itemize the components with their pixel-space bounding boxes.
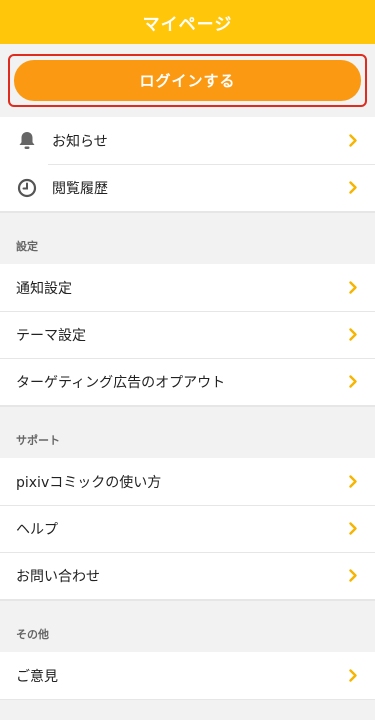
settings-menu: 通知設定 テーマ設定 ターゲティング広告のオプアウト	[0, 264, 375, 406]
menu-item-label: 閲覧履歴	[52, 180, 108, 197]
chevron-right-icon	[347, 375, 359, 389]
chevron-right-icon	[347, 328, 359, 342]
other-menu: ご意見	[0, 652, 375, 700]
section-header-support: サポート	[0, 406, 375, 458]
menu-item-label: ご意見	[16, 668, 58, 685]
menu-item-ad-optout[interactable]: ターゲティング広告のオプアウト	[0, 358, 375, 405]
bell-icon	[16, 130, 38, 152]
app-header: マイページ	[0, 0, 375, 44]
menu-item-label: お知らせ	[52, 133, 108, 150]
menu-item-contact[interactable]: お問い合わせ	[0, 552, 375, 599]
chevron-right-icon	[347, 475, 359, 489]
menu-item-theme-settings[interactable]: テーマ設定	[0, 311, 375, 358]
chevron-right-icon	[347, 281, 359, 295]
section-header-other: その他	[0, 600, 375, 652]
menu-item-label: テーマ設定	[16, 327, 86, 344]
support-menu: pixivコミックの使い方 ヘルプ お問い合わせ	[0, 458, 375, 600]
menu-item-how-to-use[interactable]: pixivコミックの使い方	[0, 458, 375, 505]
chevron-right-icon	[347, 669, 359, 683]
login-area: ログインする	[0, 44, 375, 117]
chevron-right-icon	[347, 569, 359, 583]
menu-item-history[interactable]: 閲覧履歴	[0, 164, 375, 211]
menu-item-label: 通知設定	[16, 280, 72, 297]
page-title: マイページ	[142, 14, 233, 35]
menu-item-label: ヘルプ	[16, 521, 58, 538]
clock-icon	[16, 177, 38, 199]
menu-item-notification-settings[interactable]: 通知設定	[0, 264, 375, 311]
menu-item-label: ターゲティング広告のオプアウト	[16, 374, 226, 391]
menu-item-notifications[interactable]: お知らせ	[0, 117, 375, 164]
chevron-right-icon	[347, 522, 359, 536]
chevron-right-icon	[347, 134, 359, 148]
login-button[interactable]: ログインする	[14, 60, 361, 101]
menu-item-feedback[interactable]: ご意見	[0, 652, 375, 699]
login-highlight: ログインする	[8, 54, 367, 107]
menu-item-label: お問い合わせ	[16, 568, 100, 585]
section-header-settings: 設定	[0, 212, 375, 264]
top-menu: お知らせ 閲覧履歴	[0, 117, 375, 212]
menu-item-help[interactable]: ヘルプ	[0, 505, 375, 552]
menu-item-label: pixivコミックの使い方	[16, 474, 162, 491]
chevron-right-icon	[347, 181, 359, 195]
